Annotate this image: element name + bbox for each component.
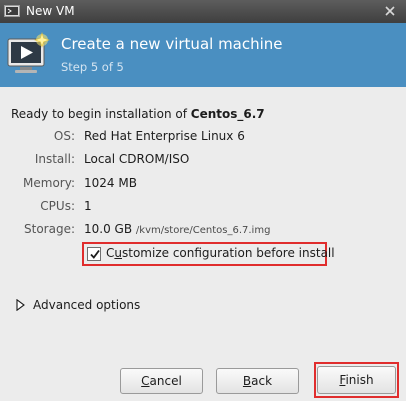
checkmark-icon xyxy=(90,249,100,259)
customize-config-checkbox-row[interactable]: Customize configuration before install xyxy=(82,242,335,266)
step-indicator: Step 5 of 5 xyxy=(61,60,124,74)
memory-value: 1024 MB xyxy=(84,176,137,190)
ready-message: Ready to begin installation of Centos_6.… xyxy=(11,107,265,121)
storage-value-row: 10.0 GB /kvm/store/Centos_6.7.img xyxy=(84,222,270,238)
memory-label: Memory: xyxy=(23,176,75,190)
os-label: OS: xyxy=(53,129,75,143)
cpus-label: CPUs: xyxy=(40,199,75,213)
vm-name: Centos_6.7 xyxy=(190,107,265,121)
install-value: Local CDROM/ISO xyxy=(84,152,190,166)
storage-path: /kvm/store/Centos_6.7.img xyxy=(135,225,271,236)
customize-checkbox[interactable] xyxy=(87,247,101,261)
page-title: Create a new virtual machine xyxy=(61,35,283,53)
window-title: New VM xyxy=(26,4,75,18)
ready-intro: Ready to begin installation of xyxy=(11,107,191,121)
vm-monitor-star-icon xyxy=(7,31,50,73)
install-label: Install: xyxy=(34,152,75,166)
customize-checkbox-label[interactable]: Customize configuration before install xyxy=(106,246,335,260)
os-value: Red Hat Enterprise Linux 6 xyxy=(84,129,245,143)
title-bar: New VM xyxy=(0,0,406,23)
finish-button[interactable]: Finish xyxy=(317,366,396,394)
triangle-right-icon xyxy=(16,299,25,311)
storage-size: 10.0 GB xyxy=(84,222,133,236)
back-button[interactable]: Back xyxy=(216,368,299,394)
header-banner: Create a new virtual machine Step 5 of 5 xyxy=(0,23,406,87)
advanced-options-label[interactable]: Advanced options xyxy=(33,298,140,312)
monitor-icon xyxy=(4,5,20,17)
close-icon[interactable] xyxy=(382,3,398,19)
storage-label: Storage: xyxy=(24,222,75,236)
cancel-button[interactable]: Cancel xyxy=(120,368,203,394)
cpus-value: 1 xyxy=(84,199,92,213)
